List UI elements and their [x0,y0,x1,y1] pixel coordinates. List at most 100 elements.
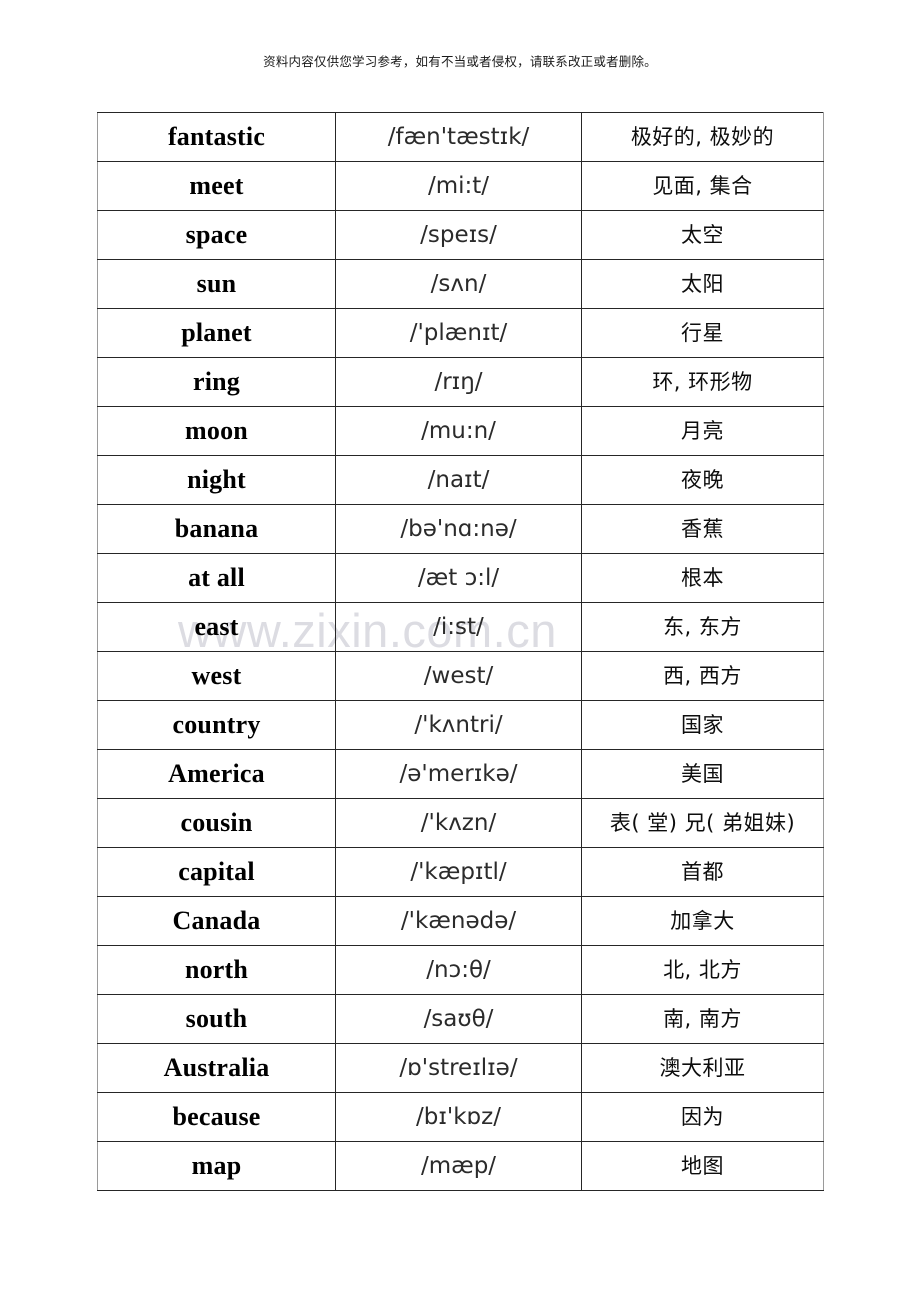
table-row: planet /'plænɪt/行星 [97,308,824,358]
vocab-word: at all [188,563,245,592]
vocab-meaning-cell: 东, 东方 [581,602,824,652]
table-row: country /'kʌntri/国家 [97,700,824,750]
vocab-word-cell: moon [97,406,336,456]
table-row: west/west/西, 西方 [97,651,824,701]
vocab-word: capital [178,857,255,886]
vocab-phonetic-cell: /bɪ'kɒz/ [335,1092,582,1142]
vocab-meaning-cell: 首都 [581,847,824,897]
vocab-meaning: 行星 [681,321,724,345]
vocab-phonetic: /mi:t/ [427,173,490,199]
vocab-word-cell: sun [97,259,336,309]
vocab-phonetic-cell: /bə'nɑ:nə/ [335,504,582,554]
page-notice: 资料内容仅供您学习参考，如有不当或者侵权，请联系改正或者删除。 [263,55,657,69]
vocab-phonetic: /'kænədə/ [400,908,517,934]
vocab-meaning: 南, 南方 [663,1007,742,1031]
vocab-meaning: 东, 东方 [663,615,742,639]
vocab-meaning-cell: 北, 北方 [581,945,824,995]
table-row: capital /'kæpɪtl/首都 [97,847,824,897]
vocab-word: ring [192,367,241,396]
vocab-word-cell: ring [97,357,336,407]
vocab-meaning: 国家 [681,713,724,737]
vocab-word: south [185,1004,248,1033]
vocab-meaning: 美国 [681,762,724,786]
vocab-meaning: 极好的, 极妙的 [630,125,775,149]
vocab-word: night [187,465,246,494]
vocab-meaning: 表( 堂) 兄( 弟姐妹) [609,811,796,835]
table-row: north/nɔ:θ/北, 北方 [97,945,824,995]
vocab-phonetic-cell: /rɪŋ/ [335,357,582,407]
vocab-meaning: 首都 [681,860,724,884]
vocab-meaning: 因为 [681,1105,724,1129]
vocab-meaning: 见面, 集合 [652,174,753,198]
vocab-word: east [194,612,239,641]
vocab-meaning-cell: 根本 [581,553,824,603]
vocab-word: space [185,220,248,249]
vocab-word-cell: planet [97,308,336,358]
vocab-word: country [172,710,261,739]
vocab-phonetic: /bɪ'kɒz/ [416,1104,501,1130]
vocab-phonetic: /i:st/ [433,614,484,640]
vocab-word: sun [196,269,237,298]
vocab-meaning-cell: 表( 堂) 兄( 弟姐妹) [581,798,824,848]
vocab-phonetic: /'kʌzn/ [420,810,497,836]
table-row: fantastic/fæn'tæstɪk/极好的, 极妙的 [97,112,824,162]
vocab-phonetic: /saʊθ/ [423,1006,494,1032]
vocab-phonetic-cell: /mu:n/ [335,406,582,456]
vocab-word: meet [189,171,244,200]
vocab-word: Canada [172,906,261,935]
vocab-meaning-cell: 美国 [581,749,824,799]
vocab-word-cell: south [97,994,336,1044]
vocab-phonetic-cell: /sʌn/ [335,259,582,309]
table-row: sun/sʌn/太阳 [97,259,824,309]
table-row: map/mæp/地图 [97,1141,824,1191]
table-row: night/naɪt/夜晚 [97,455,824,505]
vocab-meaning-cell: 行星 [581,308,824,358]
table-row: space/speɪs/太空 [97,210,824,260]
vocab-word: because [172,1102,261,1131]
vocab-meaning-cell: 月亮 [581,406,824,456]
table-row: meet/mi:t/见面, 集合 [97,161,824,211]
table-row: east/i:st/东, 东方 [97,602,824,652]
vocab-word: cousin [180,808,253,837]
vocab-phonetic: /mæp/ [420,1153,497,1179]
vocab-meaning-cell: 环, 环形物 [581,357,824,407]
vocab-word-cell: America [97,749,336,799]
vocab-word: north [184,955,249,984]
vocab-word-cell: map [97,1141,336,1191]
vocab-meaning-cell: 极好的, 极妙的 [581,112,824,162]
table-row: banana/bə'nɑ:nə/香蕉 [97,504,824,554]
vocab-phonetic-cell: /æt ɔ:l/ [335,553,582,603]
vocab-meaning: 地图 [681,1154,724,1178]
table-row: Canada /'kænədə/加拿大 [97,896,824,946]
vocab-phonetic-cell: /'kænədə/ [335,896,582,946]
vocab-phonetic-cell: /ɒ'streɪlɪə/ [335,1043,582,1093]
vocab-phonetic-cell: /i:st/ [335,602,582,652]
vocab-meaning-cell: 太空 [581,210,824,260]
vocab-meaning: 夜晚 [681,468,724,492]
vocab-meaning: 北, 北方 [663,958,742,982]
vocab-meaning-cell: 南, 南方 [581,994,824,1044]
vocab-word-cell: meet [97,161,336,211]
vocab-meaning-cell: 夜晚 [581,455,824,505]
vocabulary-table-container: fantastic/fæn'tæstɪk/极好的, 极妙的 meet/mi:t/见… [97,112,824,1191]
vocab-phonetic-cell: /naɪt/ [335,455,582,505]
vocab-word-cell: capital [97,847,336,897]
vocab-phonetic: /naɪt/ [427,467,490,493]
vocab-phonetic: /rɪŋ/ [434,369,483,395]
table-row: because/bɪ'kɒz/因为 [97,1092,824,1142]
vocab-word-cell: night [97,455,336,505]
vocab-word-cell: cousin [97,798,336,848]
vocab-phonetic: /'kæpɪtl/ [410,859,507,885]
vocab-phonetic-cell: /ə'merɪkə/ [335,749,582,799]
vocab-word-cell: banana [97,504,336,554]
vocab-word-cell: fantastic [97,112,336,162]
vocab-word-cell: Canada [97,896,336,946]
vocab-word-cell: east [97,602,336,652]
vocab-phonetic-cell: /mæp/ [335,1141,582,1191]
vocab-phonetic: /ə'merɪkə/ [399,761,518,787]
table-row: Australia/ɒ'streɪlɪə/澳大利亚 [97,1043,824,1093]
vocab-word: America [168,759,265,788]
vocab-word: west [191,661,242,690]
vocab-phonetic-cell: /speɪs/ [335,210,582,260]
vocab-meaning-cell: 地图 [581,1141,824,1191]
